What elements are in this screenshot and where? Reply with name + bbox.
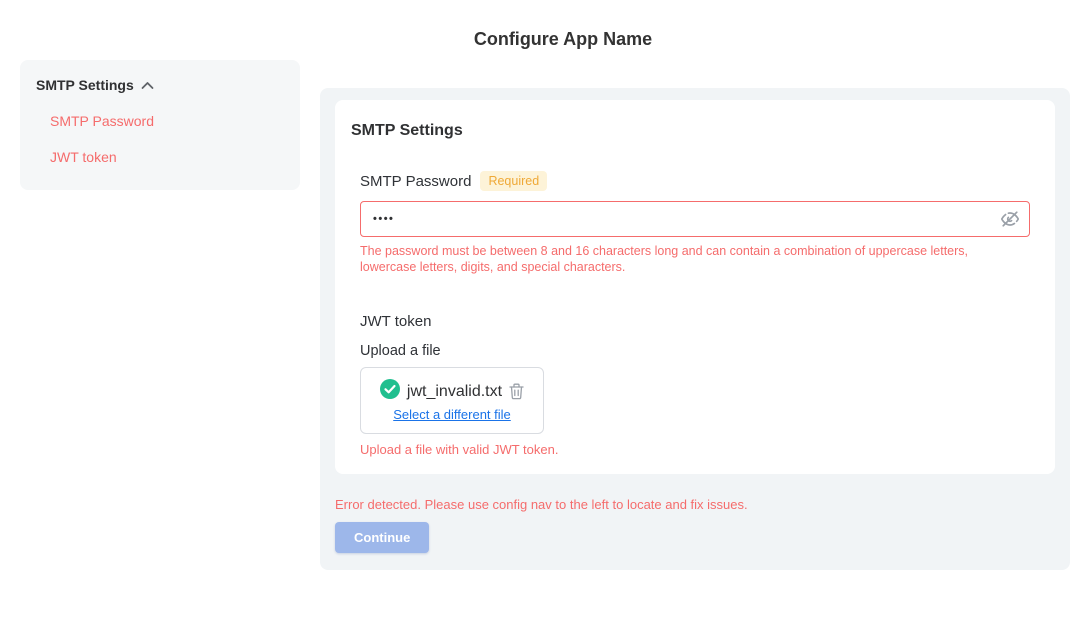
select-different-file-link[interactable]: Select a different file (393, 407, 511, 422)
smtp-password-input[interactable] (373, 213, 1001, 225)
delete-file-icon[interactable] (509, 383, 524, 400)
required-badge: Required (480, 171, 547, 191)
smtp-password-field (360, 201, 1030, 237)
jwt-token-label: JWT token (360, 313, 1030, 330)
smtp-settings-card: SMTP Settings SMTP Password Required The… (335, 100, 1055, 474)
card-title: SMTP Settings (351, 122, 1030, 140)
footer-error-message: Error detected. Please use config nav to… (335, 497, 1055, 512)
config-nav-sidebar: SMTP Settings SMTP Password JWT token (20, 60, 300, 190)
chevron-up-icon[interactable] (141, 81, 154, 90)
smtp-password-label-row: SMTP Password Required (360, 171, 1030, 191)
upload-file-label: Upload a file (360, 343, 1030, 359)
page-title: Configure App Name (0, 29, 1088, 50)
sidebar-section-label: SMTP Settings (36, 77, 134, 93)
smtp-settings-form: SMTP Password Required The password must… (360, 171, 1030, 458)
config-panel: SMTP Settings SMTP Password Required The… (320, 88, 1070, 570)
file-upload-box: jwt_invalid.txt Select a different file (360, 367, 544, 434)
sidebar-item-smtp-password[interactable]: SMTP Password (50, 113, 284, 129)
sidebar-section-smtp-settings[interactable]: SMTP Settings (36, 77, 284, 93)
uploaded-file-row: jwt_invalid.txt (380, 379, 524, 404)
uploaded-filename: jwt_invalid.txt (407, 383, 502, 401)
sidebar-item-jwt-token[interactable]: JWT token (50, 149, 284, 165)
continue-button[interactable]: Continue (335, 522, 429, 553)
smtp-password-error: The password must be between 8 and 16 ch… (360, 243, 1020, 275)
eye-off-icon[interactable] (1001, 210, 1019, 228)
success-check-icon (380, 379, 400, 404)
smtp-password-label: SMTP Password (360, 173, 471, 190)
jwt-token-error: Upload a file with valid JWT token. (360, 442, 1020, 458)
